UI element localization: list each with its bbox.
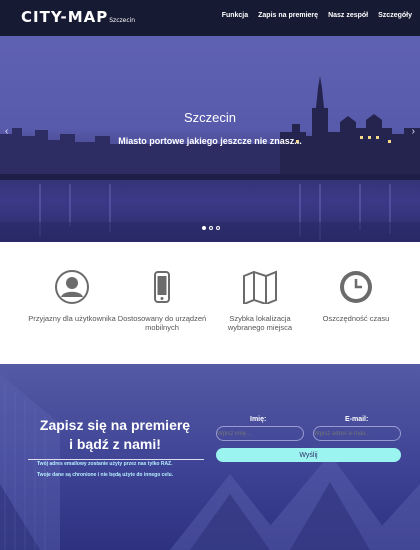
feature-user-friendly: Przyjazny dla użytkownika (22, 270, 122, 323)
email-input[interactable] (313, 426, 401, 441)
navbar: CITY-MAPSzczecin Funkcja Zapis na premie… (0, 0, 420, 36)
signup-heading-line-1: Zapisz się na premierę (39, 417, 191, 433)
feature-fast-location: Szybka lokalizacja wybranego miejsca (210, 270, 310, 332)
name-input[interactable] (216, 426, 304, 441)
feature-time-saving: Oszczędność czasu (306, 270, 406, 323)
signup-heading: Zapisz się na premierę i bądź z nami! (30, 416, 200, 454)
feature-label: Dostosowany do urządzeń mobilnych (117, 314, 207, 332)
signup-privacy-note-1: Twój adres emailowy zostanie użyty przez… (37, 461, 173, 467)
carousel-dot-1[interactable] (202, 226, 206, 230)
carousel-prev-icon[interactable]: ‹ (5, 126, 8, 137)
user-icon (55, 270, 89, 304)
carousel-indicators (202, 226, 220, 230)
carousel-dot-2[interactable] (209, 226, 213, 230)
logo-text: CITY-MAP (21, 8, 109, 26)
feature-label: Oszczędność czasu (322, 314, 390, 323)
clock-icon (340, 271, 372, 303)
feature-label: Przyjazny dla użytkownika (28, 314, 116, 323)
feature-mobile: Dostosowany do urządzeń mobilnych (112, 270, 212, 332)
signup-section: Zapisz się na premierę i bądź z nami! Tw… (0, 364, 420, 550)
hero-carousel: Szczecin Miasto portowe jakiego jeszcze … (0, 36, 420, 242)
nav-link-funkcja[interactable]: Funkcja (222, 12, 248, 19)
nav-menu: Funkcja Zapis na premierę Nasz zespół Sz… (222, 12, 412, 19)
feature-label: Szybka lokalizacja wybranego miejsca (227, 314, 293, 332)
hero-title: Szczecin (183, 110, 237, 125)
name-label: Imię: (250, 416, 267, 423)
carousel-dot-3[interactable] (216, 226, 220, 230)
signup-divider (28, 459, 204, 460)
submit-button[interactable]: Wyślij (216, 448, 401, 462)
hero-subtitle: Miasto portowe jakiego jeszcze nie znasz… (118, 136, 302, 146)
nav-link-premiere-signup[interactable]: Zapis na premierę (258, 12, 318, 19)
signup-heading-line-2: i bądź z nami! (69, 436, 161, 452)
carousel-next-icon[interactable]: › (412, 126, 415, 137)
email-label: E-mail: (345, 416, 369, 423)
nav-link-details[interactable]: Szczegóły (378, 12, 412, 19)
features-section: Przyjazny dla użytkownika Dostosowany do… (0, 242, 420, 364)
logo-subtext: Szczecin (109, 17, 136, 24)
nav-link-team[interactable]: Nasz zespół (328, 12, 368, 19)
mobile-icon (154, 271, 170, 303)
signup-privacy-note-2: Twoje dane są chronione i nie będą użyte… (37, 472, 174, 478)
logo[interactable]: CITY-MAPSzczecin (21, 8, 135, 26)
map-icon (243, 270, 277, 304)
